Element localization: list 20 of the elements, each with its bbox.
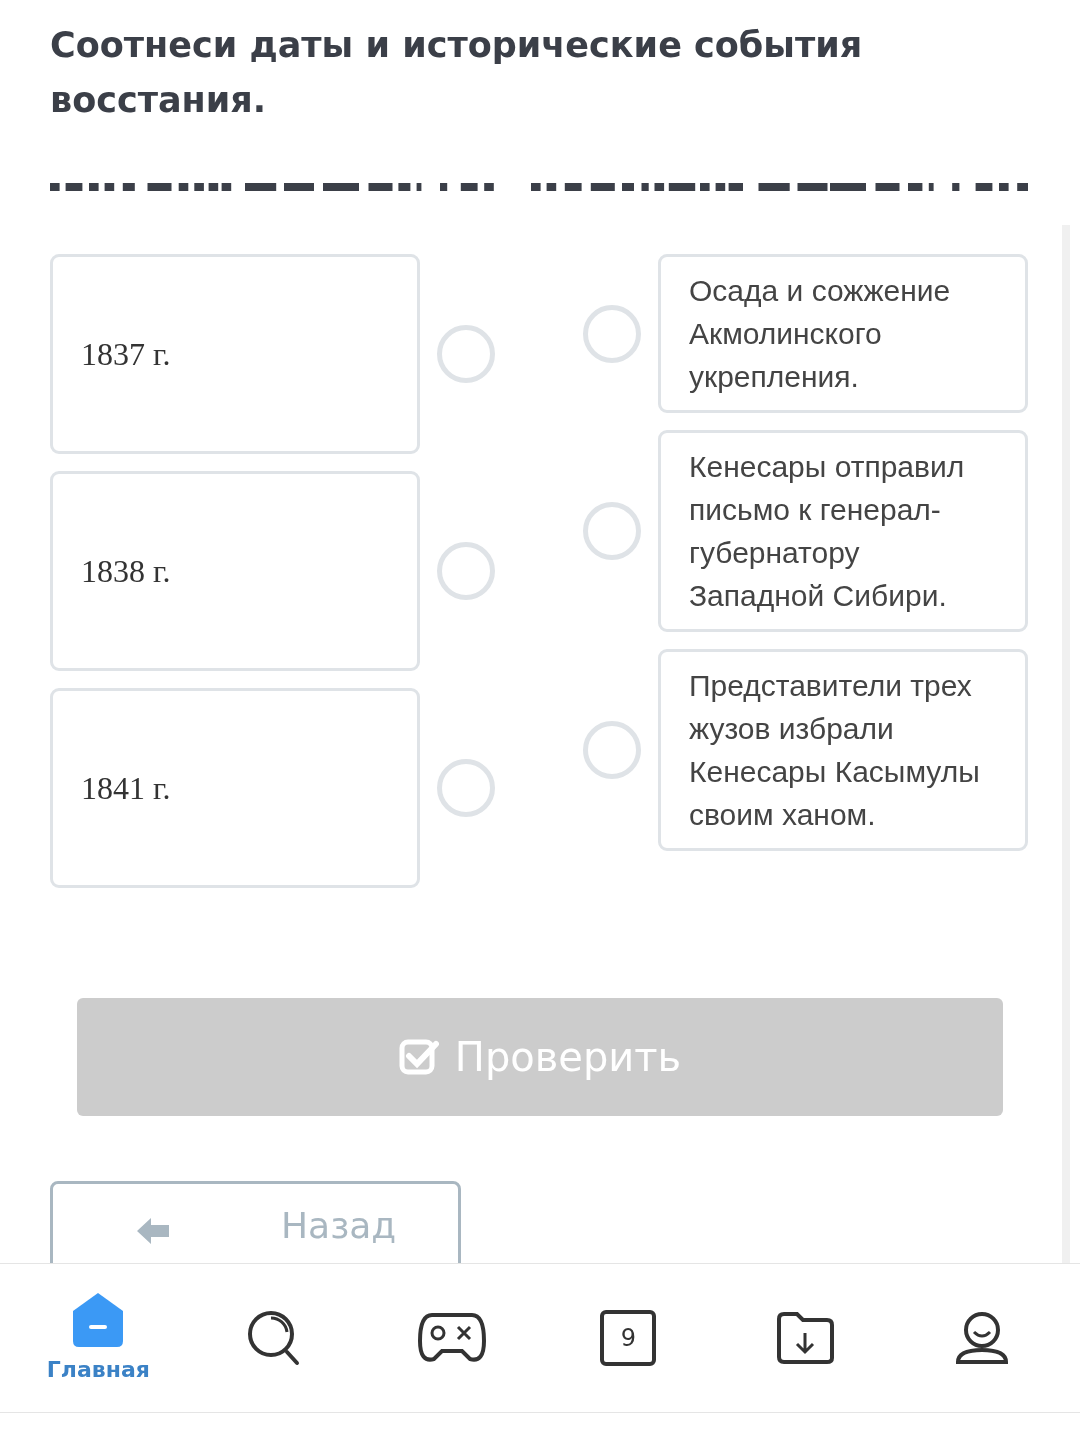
folder-icon — [774, 1311, 835, 1365]
nav-tab[interactable]: 9 — [563, 1278, 694, 1398]
profile-icon — [953, 1310, 1010, 1366]
match-circle[interactable] — [583, 502, 641, 560]
match-circle[interactable] — [583, 304, 641, 363]
counter-icon: 9 — [600, 1310, 657, 1366]
event-card[interactable]: Представители трех жузов избрали Кенесары Касымулы своим ханом. — [658, 649, 1028, 851]
match-circle[interactable] — [437, 325, 495, 383]
event-card[interactable]: Осада и сожжение Акмолинского укрепления. — [658, 254, 1028, 413]
date-card[interactable]: 1841 г. — [50, 688, 420, 888]
match-circle[interactable] — [437, 759, 495, 817]
nav-tab[interactable]: Главная — [33, 1278, 164, 1398]
event-card[interactable]: Кенесары отправил письмо к генерал-губернатору Западной Сибири. — [658, 430, 1028, 632]
checkbox-icon — [398, 1038, 439, 1076]
match-circle[interactable] — [583, 721, 641, 779]
date-card[interactable]: 1838 г. — [50, 471, 420, 671]
match-circle[interactable] — [437, 542, 495, 600]
gamepad-icon — [417, 1311, 486, 1365]
question-title: Соотнеси даты и исторические события восстания. — [50, 24, 864, 122]
date-card[interactable]: 1837 г. — [50, 254, 420, 454]
